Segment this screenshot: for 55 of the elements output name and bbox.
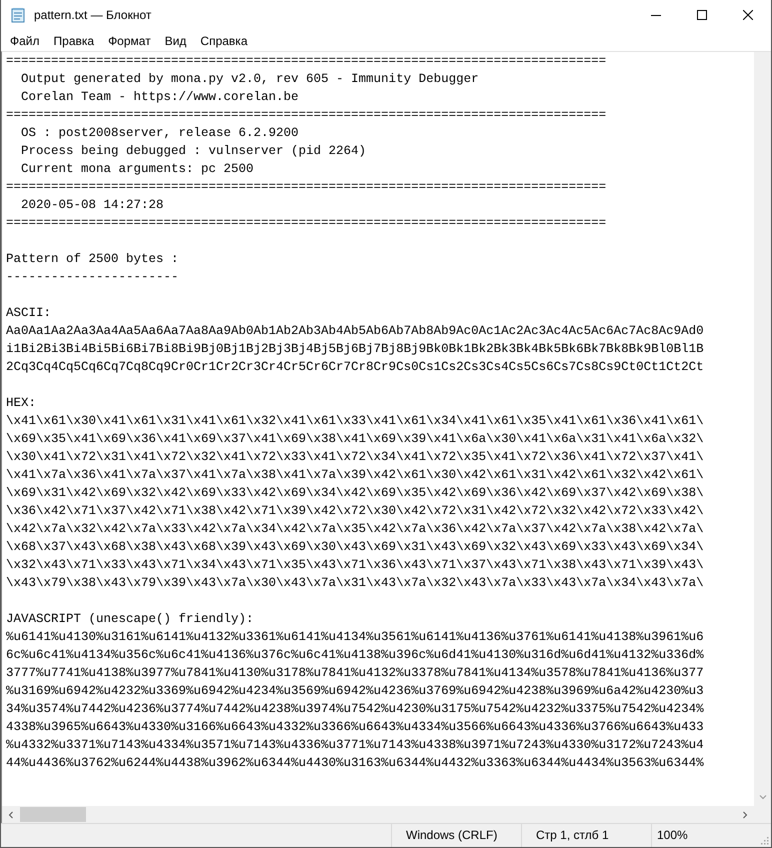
text-line: %u3169%u6942%u4232%u3369%u6942%u4234%u3569%u6942%u4236%u3769%u6942%u4238%u3969%u6a42%u4230%u3 — [6, 683, 705, 700]
scroll-right-icon[interactable] — [740, 810, 750, 820]
text-line: %u6141%u4130%u3161%u6141%u4132%u3361%u6141%u4134%u3561%u6141%u4136%u3761%u6141%u4138%u3961%u6 — [6, 629, 705, 646]
text-line: \x41\x7a\x36\x41\x7a\x37\x41\x7a\x38\x41\x7a\x39\x42\x61\x30\x42\x61\x31\x42\x61\x32\x42\x61\ — [6, 467, 705, 484]
text-line: Output generated by mona.py v2.0, rev 605 - Immunity Debugger — [20, 71, 480, 88]
text-line: \x42\x7a\x32\x42\x7a\x33\x42\x7a\x34\x42\x7a\x35\x42\x7a\x36\x42\x7a\x37\x42\x7a\x38\x42\x7a\ — [6, 521, 705, 538]
text-line: JAVASCRIPT (unescape() friendly): — [6, 611, 255, 628]
text-line: ASCII: — [6, 305, 52, 322]
scrollbar-thumb[interactable] — [20, 807, 86, 822]
horizontal-scrollbar[interactable] — [1, 806, 771, 823]
menu-item[interactable]: Формат — [101, 32, 158, 50]
text-line: HEX: — [6, 395, 38, 412]
status-text: 100% — [651, 824, 759, 847]
text-line: 6c%u6c41%u4134%u356c%u6c41%u4136%u376c%u6c41%u4138%u396c%u6d41%u4130%u316d%u6d41%u4132%u336d% — [6, 647, 705, 664]
text-line: \x69\x31\x42\x69\x32\x42\x69\x33\x42\x69\x34\x42\x69\x35\x42\x69\x36\x42\x69\x37\x42\x69\x38\ — [6, 485, 705, 502]
menu-item[interactable]: Правка — [46, 32, 102, 50]
scroll-left-icon[interactable] — [6, 810, 16, 820]
text-line: Process being debugged : vulnserver (pid 2264) — [20, 143, 368, 160]
scroll-down-icon[interactable] — [758, 792, 768, 802]
resize-grip-icon[interactable] — [759, 835, 769, 845]
text-line: ================================================================================ — [6, 179, 608, 196]
text-line: ================================================================================ — [6, 107, 608, 124]
text-line: 34%u3574%u7442%u4236%u3774%u7442%u4238%u3974%u7542%u4230%u3175%u7542%u4232%u3375%u7542%u4234% — [6, 701, 705, 718]
text-line: %u4332%u3371%u7143%u4334%u3571%u7143%u4336%u3771%u7143%u4338%u3971%u7243%u4330%u3172%u7243%u4 — [6, 737, 705, 754]
text-line: 4338%u3965%u6643%u4330%u3166%u6643%u4332%u3366%u6643%u4334%u3566%u6643%u4336%u3766%u6643%u433 — [6, 719, 705, 736]
window-title: pattern.txt — Блокнот — [34, 8, 152, 22]
text-line: ================================================================================ — [6, 215, 608, 232]
status-text: Стр 1, стлб 1 — [521, 824, 651, 847]
text-line: 44%u4436%u3762%u6244%u4438%u3962%u6344%u4430%u3163%u6344%u4432%u3363%u6344%u4434%u3563%u6344% — [6, 755, 705, 772]
text-line: ----------------------- — [6, 269, 180, 286]
vertical-scrollbar[interactable] — [754, 52, 771, 806]
menu-item[interactable]: Файл — [3, 32, 47, 50]
text-line: \x41\x61\x30\x41\x61\x31\x41\x61\x32\x41\x61\x33\x41\x61\x34\x41\x61\x35\x41\x61\x36\x41\x61\ — [6, 413, 705, 430]
text-line: 3777%u7741%u4138%u3977%u7841%u4130%u3178%u7841%u4132%u3378%u7841%u4134%u3578%u7841%u4136%u377 — [6, 665, 705, 682]
text-line: \x43\x79\x38\x43\x79\x39\x43\x7a\x30\x43\x7a\x31\x43\x7a\x32\x43\x7a\x33\x43\x7a\x34\x43\x7a\ — [6, 575, 705, 592]
text-line: \x30\x41\x72\x31\x41\x72\x32\x41\x72\x33\x41\x72\x34\x41\x72\x35\x41\x72\x36\x41\x72\x37\x41\ — [6, 449, 705, 466]
maximize-icon — [697, 10, 707, 20]
text-line: Current mona arguments: pc 2500 — [20, 161, 255, 178]
text-line: 2020-05-08 14:27:28 — [20, 197, 165, 214]
close-icon — [743, 10, 753, 20]
status-text: Windows (CRLF) — [391, 824, 521, 847]
menu-item[interactable]: Вид — [158, 32, 194, 50]
text-line: Pattern of 2500 bytes : — [6, 251, 180, 268]
text-line: 2Cq3Cq4Cq5Cq6Cq7Cq8Cq9Cr0Cr1Cr2Cr3Cr4Cr5Cr6Cr7Cr8Cr9Cs0Cs1Cs2Cs3Cs4Cs5Cs6Cs7Cs8Cs9Ct0Ct1Ct2Ct — [6, 359, 705, 376]
text-line: Aa0Aa1Aa2Aa3Aa4Aa5Aa6Aa7Aa8Aa9Ab0Ab1Ab2Ab3Ab4Ab5Ab6Ab7Ab8Ab9Ac0Ac1Ac2Ac3Ac4Ac5Ac6Ac7Ac8Ac9Ad0 — [6, 323, 705, 340]
text-line: OS : post2008server, release 6.2.9200 — [20, 125, 300, 142]
text-line: \x32\x43\x71\x33\x43\x71\x34\x43\x71\x35\x43\x71\x36\x43\x71\x37\x43\x71\x38\x43\x71\x39\x43\ — [6, 557, 705, 574]
text-line: \x68\x37\x43\x68\x38\x43\x68\x39\x43\x69\x30\x43\x69\x31\x43\x69\x32\x43\x69\x33\x43\x69\x34\ — [6, 539, 705, 556]
text-line: Corelan Team - https://www.corelan.be — [20, 89, 300, 106]
text-line: \x36\x42\x71\x37\x42\x71\x38\x42\x71\x39\x42\x72\x30\x42\x72\x31\x42\x72\x32\x42\x72\x33\x42\ — [6, 503, 705, 520]
text-line: i1Bi2Bi3Bi4Bi5Bi6Bi7Bi8Bi9Bj0Bj1Bj2Bj3Bj4Bj5Bj6Bj7Bj8Bj9Bk0Bk1Bk2Bk3Bk4Bk5Bk6Bk7Bk8Bk9Bl0Bl1B — [6, 341, 705, 358]
notepad-icon — [10, 7, 26, 23]
menu-item[interactable]: Справка — [193, 32, 254, 50]
text-line: \x69\x35\x41\x69\x36\x41\x69\x37\x41\x69\x38\x41\x69\x39\x41\x6a\x30\x41\x6a\x31\x41\x6a\x32\ — [6, 431, 705, 448]
text-line: ================================================================================ — [6, 53, 608, 70]
